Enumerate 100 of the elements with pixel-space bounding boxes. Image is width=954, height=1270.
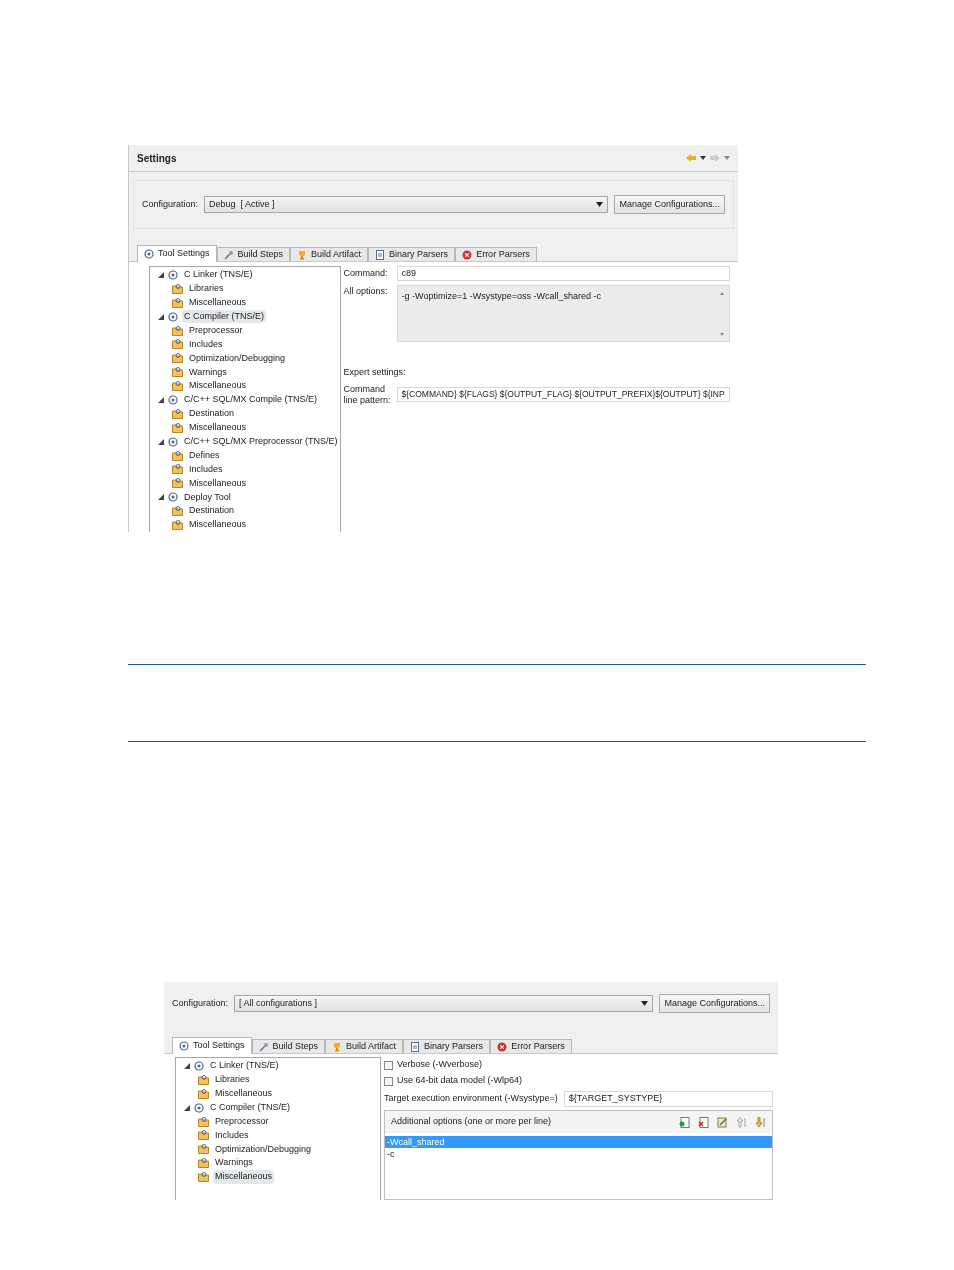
tab[interactable]: Binary Parsers: [368, 247, 456, 262]
delete-icon[interactable]: [698, 1116, 709, 1128]
manage-configurations-button[interactable]: Manage Configurations...: [614, 195, 725, 215]
all-options-field: -g -Woptimize=1 -Wsystype=oss -Wcall_shared -c: [396, 285, 730, 343]
tree-item[interactable]: Miscellaneous: [187, 421, 249, 435]
folder-icon: [172, 339, 183, 350]
checkbox[interactable]: [384, 1060, 393, 1070]
tree-item[interactable]: C/C++ SQL/MX Preprocessor (TNS/E): [182, 434, 340, 449]
tree-item[interactable]: Warnings: [187, 365, 229, 379]
checkbox[interactable]: [384, 1076, 393, 1086]
window-title: Settings: [137, 151, 177, 166]
folder-icon: [198, 1172, 209, 1183]
folder-icon: [198, 1158, 209, 1169]
tab[interactable]: Tool Settings: [172, 1037, 252, 1054]
folder-icon: [172, 450, 183, 461]
edit-icon[interactable]: [717, 1116, 728, 1128]
checkbox-label: Verbose (-Wverbose): [397, 1058, 483, 1072]
tree-item[interactable]: Deploy Tool: [182, 490, 233, 504]
tree-item[interactable]: Miscellaneous: [213, 1086, 275, 1101]
tree-item[interactable]: C Linker (TNS/E): [182, 268, 255, 282]
tree-item[interactable]: Destination: [187, 407, 237, 421]
tool-icon: [168, 311, 178, 322]
tree-item[interactable]: Libraries: [213, 1073, 252, 1087]
command-label: Command:: [343, 266, 389, 280]
tree-item[interactable]: Preprocessor: [187, 323, 245, 338]
tool-icon: [168, 492, 178, 503]
tree-item[interactable]: Preprocessor: [213, 1114, 271, 1129]
tool-icon: [168, 395, 178, 406]
tree-item[interactable]: C Compiler (TNS/E): [182, 309, 266, 324]
tool-icon: [194, 1060, 204, 1071]
folder-icon: [172, 520, 183, 531]
all-options-label: All options:: [343, 285, 389, 299]
target-environment-label: Target execution environment (-Wsystype=): [384, 1092, 558, 1106]
expanded-arrow-icon[interactable]: [158, 397, 164, 404]
manage-configurations-button[interactable]: Manage Configurations...: [659, 994, 770, 1013]
tab[interactable]: Build Artifact: [325, 1039, 404, 1053]
caret-icon: [641, 1001, 649, 1006]
folder-icon: [172, 381, 183, 392]
tree-item[interactable]: Warnings: [213, 1156, 255, 1170]
configuration-label: Configuration:: [172, 996, 229, 1010]
error-icon: [462, 249, 473, 260]
expanded-arrow-icon[interactable]: [184, 1104, 190, 1111]
tree-item[interactable]: Includes: [187, 337, 225, 352]
tree-item[interactable]: Miscellaneous: [187, 476, 249, 491]
command-field[interactable]: c89: [396, 266, 730, 282]
folder-icon: [172, 464, 183, 475]
tree-item[interactable]: C/C++ SQL/MX Compile (TNS/E): [182, 393, 320, 407]
trophy-icon: [297, 249, 308, 260]
tree-item[interactable]: Libraries: [187, 282, 226, 296]
command-line-pattern-field[interactable]: ${COMMAND} ${FLAGS} ${OUTPUT_FLAG} ${OUTPUT_PREFIX}${OUTPUT} ${INP: [396, 387, 730, 403]
tool-icon: [168, 436, 178, 447]
expanded-arrow-icon[interactable]: [158, 494, 164, 501]
trophy-icon: [332, 1041, 343, 1052]
tree-item[interactable]: Destination: [187, 504, 237, 518]
configuration-dropdown[interactable]: [ All configurations ]: [234, 995, 654, 1012]
tab[interactable]: Binary Parsers: [403, 1039, 491, 1053]
configuration-label: Configuration:: [142, 197, 199, 211]
folder-icon: [198, 1074, 209, 1085]
tree-item[interactable]: Miscellaneous: [213, 1170, 275, 1184]
folder-icon: [172, 297, 183, 308]
tree-item[interactable]: C Linker (TNS/E): [208, 1059, 281, 1073]
move-down-icon[interactable]: [755, 1116, 766, 1128]
gear-icon: [179, 1041, 189, 1051]
command-line-pattern-label: Command line pattern:: [343, 383, 392, 406]
tool-icon: [168, 270, 178, 280]
tree-item[interactable]: Optimization/Debugging: [213, 1142, 314, 1157]
tree-item[interactable]: Miscellaneous: [187, 296, 249, 310]
tree-item[interactable]: C Compiler (TNS/E): [208, 1100, 292, 1115]
tab[interactable]: Error Parsers: [455, 247, 537, 262]
tree-item[interactable]: Miscellaneous: [187, 379, 249, 393]
additional-options-title: Additional options (one or more per line): [391, 1115, 552, 1129]
folder-icon: [172, 353, 183, 364]
document-icon: [410, 1041, 421, 1052]
folder-icon: [172, 367, 183, 378]
folder-icon: [198, 1144, 209, 1155]
add-icon[interactable]: [679, 1116, 690, 1128]
tree-item[interactable]: Includes: [187, 462, 225, 477]
expanded-arrow-icon[interactable]: [158, 313, 164, 320]
tab[interactable]: Build Steps: [251, 1039, 326, 1053]
folder-icon: [172, 422, 183, 433]
folder-icon: [172, 478, 183, 489]
tree-item[interactable]: Includes: [213, 1128, 251, 1143]
folder-icon: [198, 1130, 209, 1141]
back-arrow-icon[interactable]: [686, 154, 706, 163]
folder-icon: [172, 325, 183, 336]
tree-item[interactable]: Defines: [187, 448, 222, 463]
configuration-dropdown[interactable]: Debug [ Active ]: [204, 196, 609, 214]
tab[interactable]: Tool Settings: [137, 245, 217, 263]
folder-icon: [198, 1088, 209, 1099]
tab[interactable]: Build Artifact: [290, 247, 369, 262]
expanded-arrow-icon[interactable]: [158, 272, 164, 278]
tab[interactable]: Build Steps: [216, 247, 291, 262]
caret-icon: [596, 202, 604, 208]
expanded-arrow-icon[interactable]: [158, 438, 164, 445]
option-item[interactable]: -c: [385, 1148, 772, 1160]
tab[interactable]: Error Parsers: [490, 1039, 572, 1053]
target-environment-field[interactable]: ${TARGET_SYSTYPE}: [563, 1091, 773, 1107]
tree-item[interactable]: Miscellaneous: [187, 518, 249, 532]
expanded-arrow-icon[interactable]: [184, 1062, 190, 1069]
tree-item[interactable]: Optimization/Debugging: [187, 351, 288, 366]
